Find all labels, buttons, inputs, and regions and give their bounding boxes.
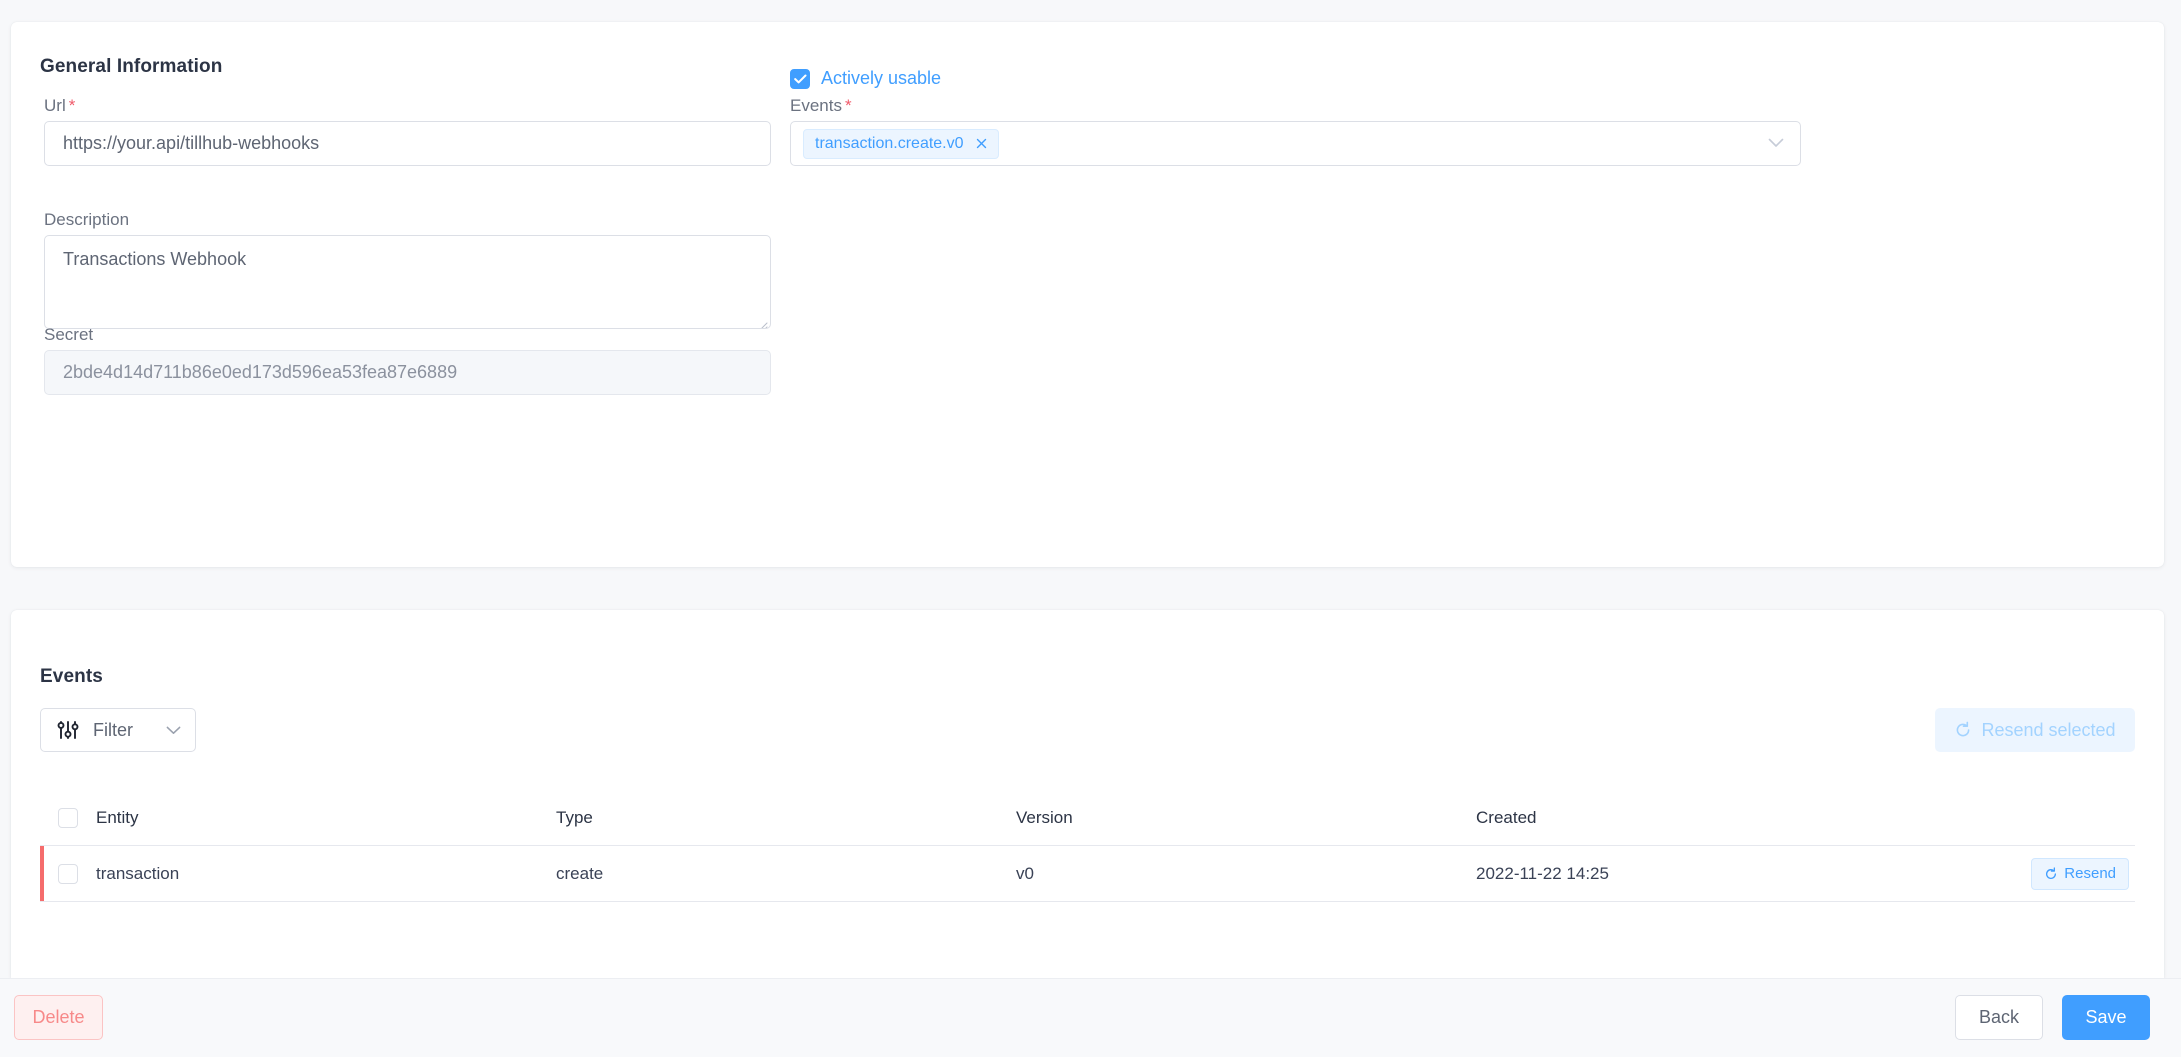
filter-select-label: Filter	[93, 719, 133, 740]
sliders-icon	[57, 720, 79, 740]
actively-usable-checkbox-row[interactable]: Actively usable	[790, 68, 941, 89]
footer-action-bar: Delete Back Save	[0, 978, 2181, 1057]
url-label-text: Url	[44, 96, 66, 115]
description-textarea[interactable]: Transactions Webhook	[44, 235, 771, 329]
filter-select[interactable]: Filter	[40, 708, 196, 752]
actively-usable-label: Actively usable	[821, 68, 942, 88]
resend-selected-button[interactable]: Resend selected	[1935, 708, 2135, 752]
cell-created: 2022-11-22 14:25	[1476, 863, 1609, 883]
refresh-icon	[1954, 721, 1972, 739]
checkbox-checked-icon[interactable]	[790, 68, 810, 89]
cell-actions: Resend	[1995, 857, 2135, 890]
chevron-down-icon[interactable]	[1768, 135, 1784, 153]
secret-field-label: Secret	[44, 325, 94, 344]
secret-input: 2bde4d14d711b86e0ed173d596ea53fea87e6889	[44, 350, 771, 395]
general-information-card: General Information Actively usable Url *…	[11, 22, 2164, 567]
events-section-title: Events	[40, 666, 103, 687]
general-information-title: General Information	[40, 56, 223, 77]
row-resend-label: Resend	[2064, 865, 2116, 882]
column-header-entity[interactable]: Entity	[96, 808, 556, 828]
url-field-label: Url *	[44, 96, 75, 116]
table-row[interactable]: transaction create v0 2022-11-22 14:25 R…	[40, 846, 2135, 902]
events-multiselect[interactable]: transaction.create.v0	[790, 121, 1801, 166]
cell-type: create	[556, 863, 604, 883]
event-tag-label: transaction.create.v0	[815, 134, 964, 152]
chevron-down-icon[interactable]	[166, 726, 181, 735]
table-header-row: Entity Type Version Created	[40, 790, 2135, 846]
description-field-label: Description	[44, 210, 130, 229]
column-header-type[interactable]: Type	[556, 808, 1016, 828]
checkbox-unchecked-icon[interactable]	[58, 807, 78, 828]
close-icon[interactable]	[974, 136, 989, 151]
webhook-detail-page: General Information Actively usable Url *…	[0, 0, 2181, 1057]
events-required-asterisk: *	[844, 96, 852, 115]
events-field-label: Events *	[790, 96, 852, 116]
row-resend-button[interactable]: Resend	[2031, 857, 2129, 890]
cell-entity: transaction	[96, 863, 180, 883]
resize-handle-icon[interactable]	[756, 314, 768, 328]
column-header-version[interactable]: Version	[1016, 808, 1476, 828]
refresh-icon	[2044, 866, 2058, 881]
row-status-accent	[40, 846, 44, 901]
event-tag[interactable]: transaction.create.v0	[803, 128, 999, 159]
resend-selected-label: Resend selected	[1981, 719, 2116, 740]
events-label-text: Events	[790, 96, 842, 115]
url-input[interactable]: https://your.api/tillhub-webhooks	[44, 121, 771, 166]
select-all-checkbox-cell[interactable]	[40, 807, 96, 828]
column-header-created[interactable]: Created	[1476, 808, 1995, 828]
description-textarea-value: Transactions Webhook	[63, 249, 247, 269]
save-button[interactable]: Save	[2062, 995, 2150, 1040]
back-button[interactable]: Back	[1955, 995, 2043, 1040]
checkbox-unchecked-icon[interactable]	[58, 863, 78, 884]
row-select-checkbox-cell[interactable]	[40, 863, 96, 884]
events-table: Entity Type Version Created transaction …	[40, 790, 2135, 902]
delete-button[interactable]: Delete	[14, 995, 103, 1040]
cell-version: v0	[1016, 863, 1034, 883]
url-required-asterisk: *	[68, 96, 76, 115]
